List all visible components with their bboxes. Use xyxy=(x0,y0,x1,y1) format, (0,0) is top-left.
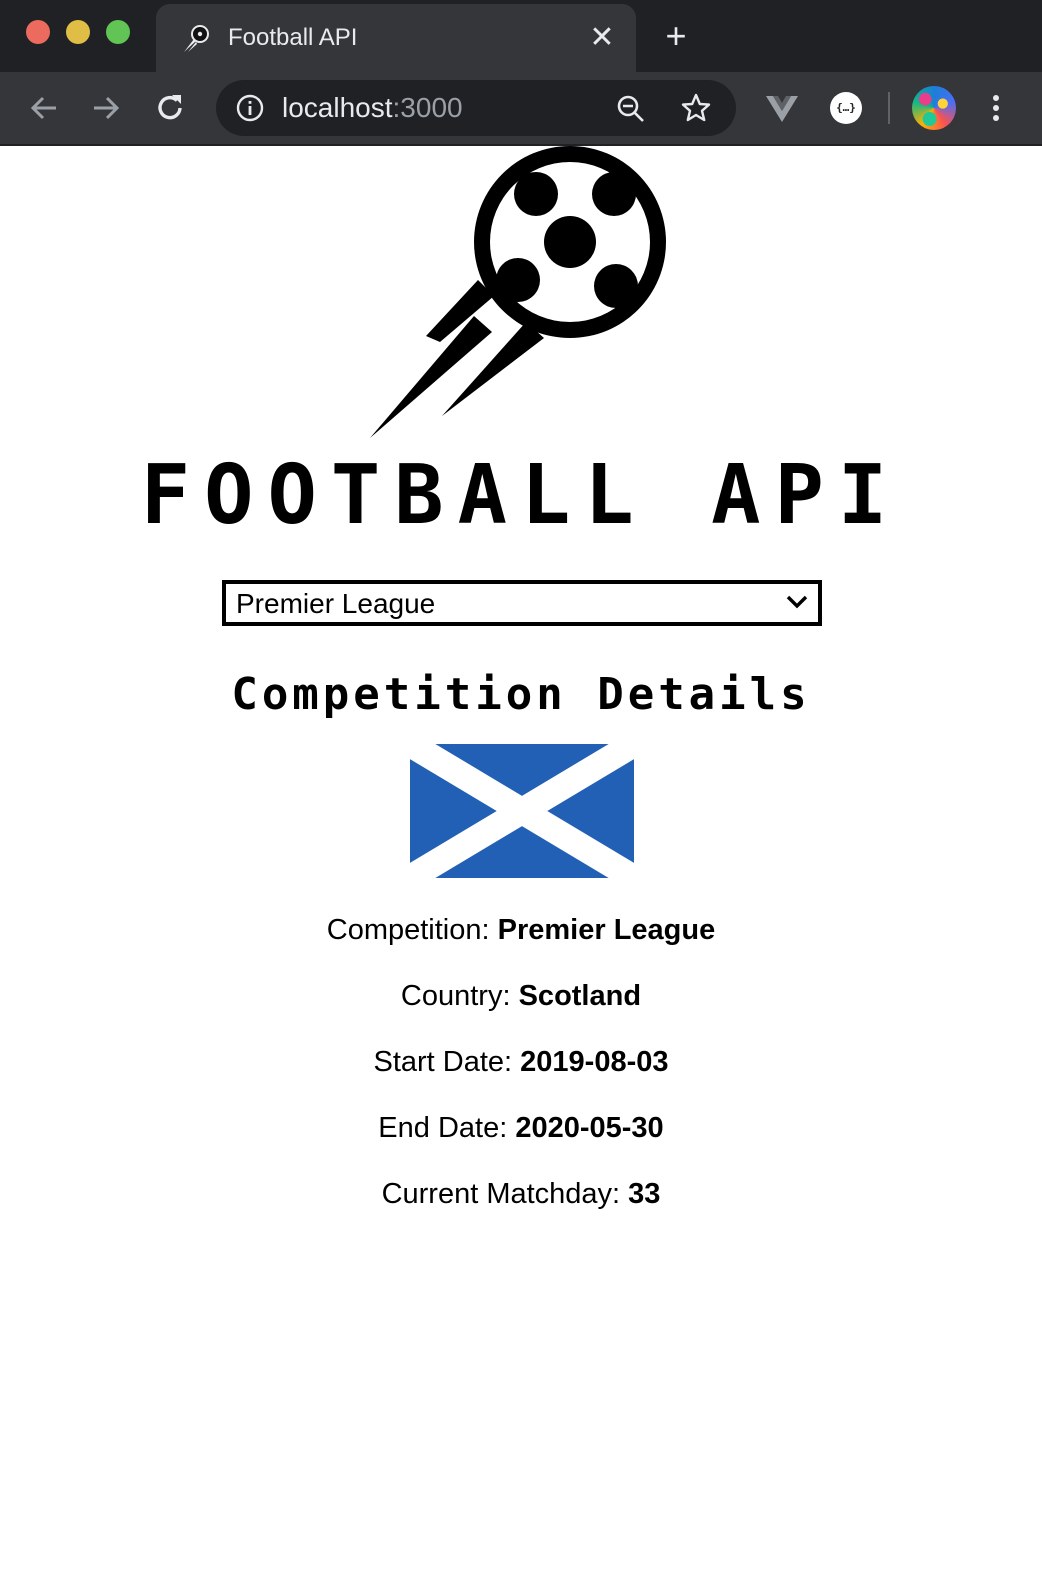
minimize-window-button[interactable] xyxy=(66,20,90,44)
close-window-button[interactable] xyxy=(26,20,50,44)
competition-select[interactable]: Premier League xyxy=(222,580,822,626)
football-favicon-icon xyxy=(184,25,209,52)
detail-label: Current Matchday: xyxy=(381,1178,621,1210)
detail-value: Scotland xyxy=(518,980,642,1012)
back-arrow-icon[interactable] xyxy=(26,90,62,126)
tab-strip: Football API ✕ + xyxy=(0,0,1042,72)
new-tab-button[interactable]: + xyxy=(660,18,692,54)
browser-chrome: Football API ✕ + localhost:3000 {…} xyxy=(0,0,1042,146)
address-bar[interactable]: localhost:3000 xyxy=(216,80,736,136)
brand-title: FOOTBALL API xyxy=(140,448,902,543)
chevron-down-icon xyxy=(786,595,808,609)
json-viewer-extension-icon[interactable]: {…} xyxy=(830,92,862,124)
url-port: :3000 xyxy=(392,92,463,123)
toolbar: localhost:3000 {…} xyxy=(0,72,1042,144)
detail-label: End Date: xyxy=(378,1112,508,1144)
more-menu-icon[interactable] xyxy=(984,90,1008,126)
forward-arrow-icon[interactable] xyxy=(88,90,124,126)
detail-label: Start Date: xyxy=(373,1046,513,1078)
detail-competition: Competition: Premier League xyxy=(0,910,1042,976)
close-tab-icon[interactable]: ✕ xyxy=(586,22,618,54)
competition-details: Competition: Premier League Country: Sco… xyxy=(0,910,1042,1240)
bookmark-star-icon[interactable] xyxy=(680,92,712,124)
detail-value: Premier League xyxy=(497,914,716,946)
tab-football-api[interactable]: Football API ✕ xyxy=(156,4,636,72)
tab-title: Football API xyxy=(228,24,358,51)
vue-devtools-extension-icon[interactable] xyxy=(764,90,800,126)
detail-label: Country: xyxy=(400,980,511,1012)
competition-select-value: Premier League xyxy=(236,588,436,619)
detail-country: Country: Scotland xyxy=(0,976,1042,1042)
toolbar-divider xyxy=(888,92,890,124)
detail-end-date: End Date: 2020-05-30 xyxy=(0,1108,1042,1174)
detail-value: 33 xyxy=(628,1178,661,1210)
detail-value: 2020-05-30 xyxy=(515,1112,664,1144)
zoom-out-icon[interactable] xyxy=(616,94,646,124)
reload-icon[interactable] xyxy=(152,90,188,126)
scotland-flag-icon xyxy=(410,744,634,878)
detail-label: Competition: xyxy=(326,914,490,946)
url-host: localhost xyxy=(282,92,393,123)
profile-avatar[interactable] xyxy=(912,86,956,130)
maximize-window-button[interactable] xyxy=(106,20,130,44)
section-title: Competition Details xyxy=(231,669,811,720)
detail-value: 2019-08-03 xyxy=(520,1046,669,1078)
detail-start-date: Start Date: 2019-08-03 xyxy=(0,1042,1042,1108)
url-text[interactable]: localhost:3000 xyxy=(282,92,463,124)
football-logo-icon xyxy=(370,146,666,438)
page-content: FOOTBALL API Premier League Competition … xyxy=(0,146,1042,1586)
info-icon[interactable] xyxy=(236,94,264,122)
detail-current-matchday: Current Matchday: 33 xyxy=(0,1174,1042,1240)
